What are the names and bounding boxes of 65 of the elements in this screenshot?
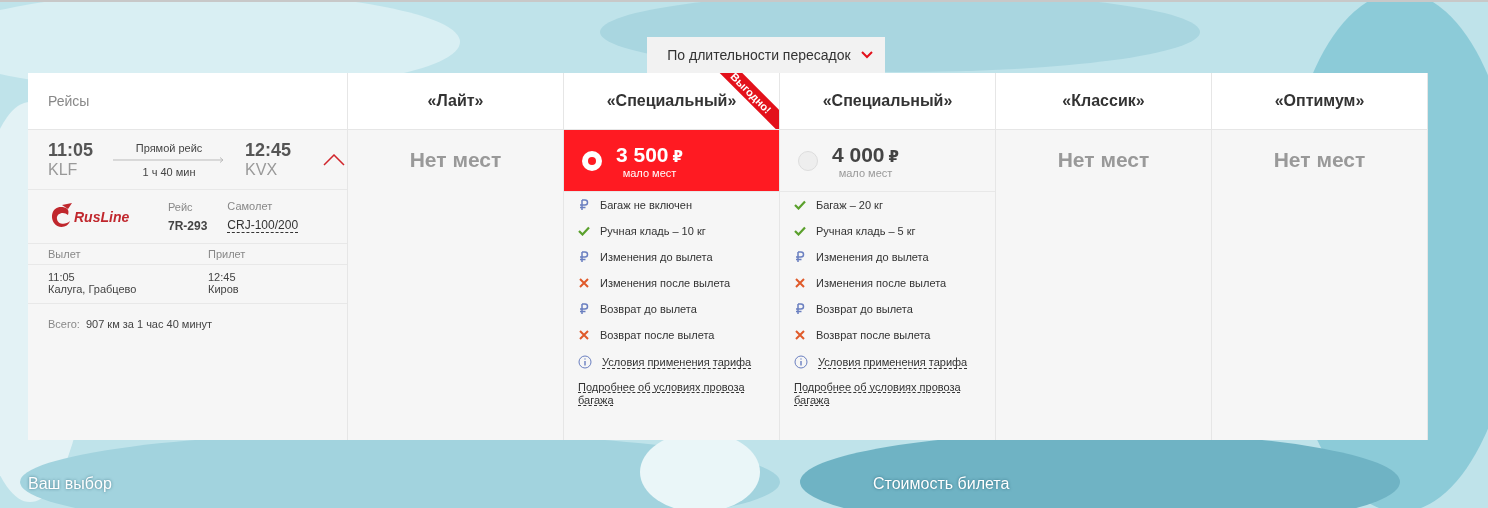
check-icon [794, 226, 806, 236]
fare-feature: Багаж не включен [600, 199, 693, 211]
flight-number: 7R-293 [168, 218, 208, 233]
tariff-name: «Специальный» [822, 92, 953, 110]
fare-rules-link[interactable]: Условия применения тарифа [818, 355, 968, 369]
total-distance: 907 км за 1 час 40 минут [85, 318, 213, 330]
fare-feature: Возврат до вылета [600, 303, 697, 315]
ruble-icon [578, 251, 590, 263]
departure-time: 11:05 [48, 271, 76, 283]
ruble-icon [794, 251, 806, 263]
field-label: Самолет [227, 200, 274, 212]
field-label: Вылет [48, 248, 82, 260]
cross-icon [578, 278, 590, 288]
arrival-time: 12:45 [208, 271, 237, 283]
departure-time: 11:05 [48, 140, 94, 161]
fare-feature: Ручная кладь – 10 кг [600, 225, 706, 237]
flight-duration: 1 ч 40 мин [142, 165, 196, 178]
field-label: Рейс [168, 200, 194, 213]
availability-status: Нет мест [408, 147, 503, 172]
availability-status: Нет мест [1272, 147, 1367, 172]
field-label: Прилет [208, 248, 247, 260]
fare-feature: Ручная кладь – 5 кг [816, 225, 916, 237]
fare-feature: Багаж – 20 кг [816, 199, 883, 211]
cross-icon [794, 278, 806, 288]
ruble-icon [794, 303, 806, 315]
tariff-name: «Лайт» [427, 92, 484, 110]
section-title: Ваш выбор [28, 475, 113, 493]
ruble-icon [578, 303, 590, 315]
radio-button[interactable] [798, 150, 818, 171]
aircraft-link[interactable]: CRJ-100/200 [227, 218, 299, 233]
cross-icon [794, 330, 806, 340]
fare-option[interactable]: 3 500 ₽ мало мест [564, 130, 779, 192]
departure-city: Калуга, Грабцево [48, 283, 138, 295]
info-icon [794, 355, 808, 369]
cross-icon [578, 330, 590, 340]
fare-feature: Возврат после вылета [816, 329, 931, 341]
fare-feature: Возврат до вылета [816, 303, 913, 315]
radio-button[interactable] [582, 150, 602, 171]
flight-type: Прямой рейс [135, 141, 203, 154]
total-label: Всего: [48, 318, 80, 330]
column-title: Рейсы [48, 93, 90, 109]
arrow-icon [113, 156, 226, 163]
airline-logo: RusLine [74, 208, 130, 225]
arrival-city: Киров [208, 283, 240, 295]
fare-feature: Изменения до вылета [600, 251, 713, 263]
info-icon [578, 355, 592, 369]
fare-feature: Возврат после вылета [600, 329, 715, 341]
tariff-name: «Классик» [1062, 92, 1145, 110]
airport-code: KLF [48, 161, 79, 179]
fare-rules-link[interactable]: Условия применения тарифа [602, 355, 752, 369]
tariff-name: «Оптимум» [1274, 92, 1365, 110]
availability-status: Нет мест [1056, 147, 1151, 172]
check-icon [578, 226, 590, 236]
fare-feature: Изменения после вылета [600, 277, 731, 289]
ruble-icon [578, 199, 590, 211]
sort-dropdown[interactable]: По длительности пересадок [647, 37, 885, 73]
arrival-time: 12:45 [245, 140, 292, 161]
baggage-link[interactable]: Подробнее об условиях провоза багажа [794, 381, 981, 407]
baggage-link[interactable]: Подробнее об условиях провоза багажа [578, 381, 765, 407]
airport-code: KVX [245, 161, 279, 179]
chevron-down-icon [860, 51, 873, 59]
check-icon [794, 200, 806, 210]
section-title: Стоимость билета [873, 475, 1010, 493]
fare-feature: Изменения до вылета [816, 251, 929, 263]
fare-feature: Изменения после вылета [816, 277, 947, 289]
